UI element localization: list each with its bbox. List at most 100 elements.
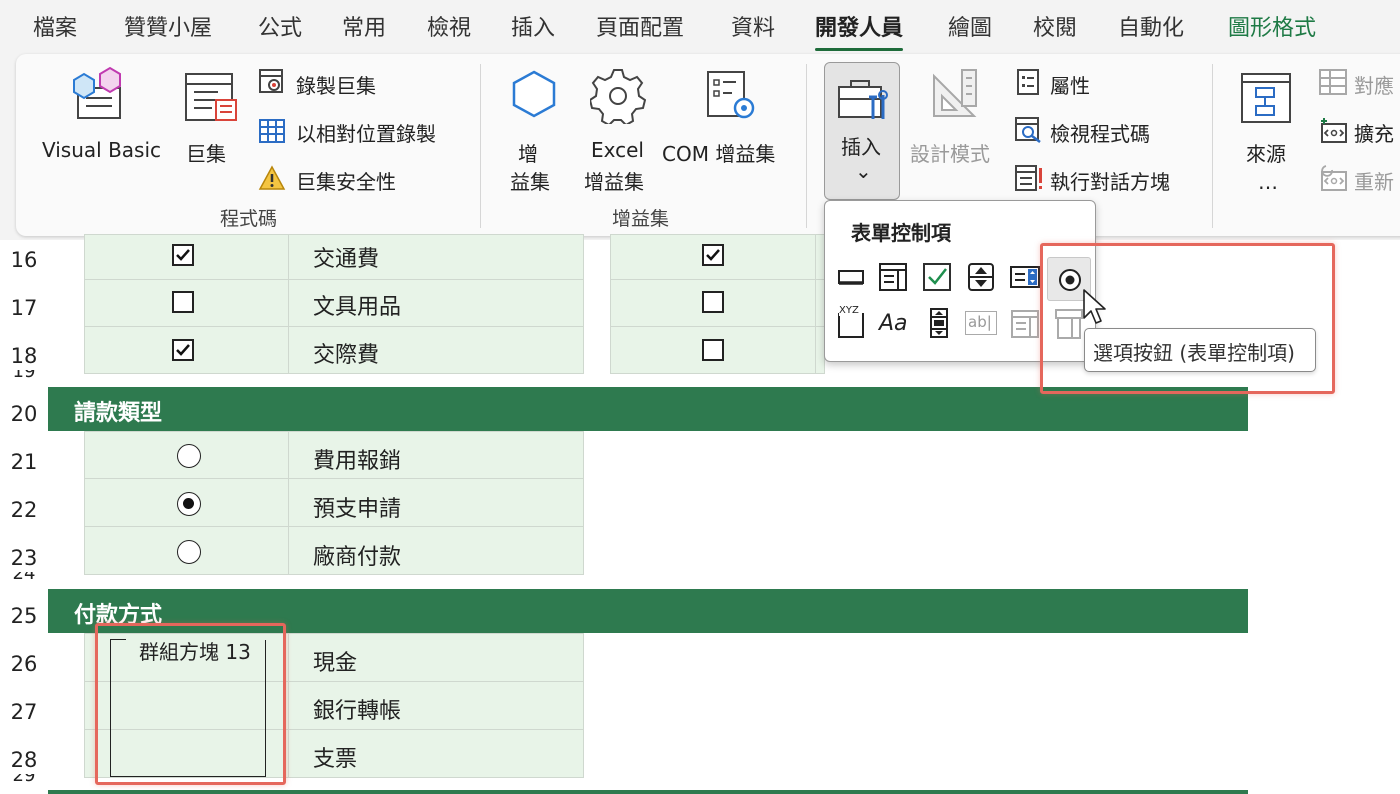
expense-checkbox-stationery-a[interactable]	[172, 291, 194, 313]
xml-source-more: …	[1258, 170, 1278, 194]
view-code-label: 檢視程式碼	[1050, 122, 1150, 146]
row-header-26[interactable]: 26	[0, 652, 48, 676]
tab-formulas[interactable]: 公式	[258, 10, 302, 42]
gear-icon	[590, 69, 646, 124]
radio-advance-request[interactable]	[177, 492, 201, 516]
tab-zanzan-house[interactable]: 贊贊小屋	[124, 10, 212, 42]
expense-checkbox-entertainment-b[interactable]	[702, 339, 724, 361]
combo-box-icon[interactable]	[877, 261, 909, 293]
relative-reference-icon	[259, 119, 285, 143]
payment-option-name: 支票	[313, 747, 358, 772]
request-option-name: 預支申請	[313, 497, 402, 522]
row-header-18[interactable]: 18	[0, 344, 48, 368]
macro-security-label: 巨集安全性	[296, 170, 396, 194]
addins-label-1: 增	[518, 142, 538, 166]
row-header-22[interactable]: 22	[0, 498, 48, 522]
expense-name: 文具用品	[313, 295, 402, 320]
text-field-icon[interactable]: ab|	[965, 311, 997, 335]
design-mode-triangle-ruler-icon	[933, 69, 977, 117]
record-macro-label: 錄製巨集	[296, 74, 376, 98]
relative-reference-label: 以相對位置錄製	[296, 122, 436, 146]
properties-icon	[1017, 69, 1039, 95]
expense-checkbox-transport-a[interactable]	[172, 244, 194, 266]
tab-draw[interactable]: 繪圖	[948, 10, 992, 42]
xml-source-label: 來源	[1246, 142, 1286, 166]
label-icon[interactable]: Aa	[879, 311, 908, 336]
expansion-packs-icon	[1321, 118, 1347, 143]
payment-option-name: 現金	[313, 651, 358, 676]
row-header-25[interactable]: 25	[0, 604, 48, 628]
run-dialog-button[interactable]: 執行對話方塊	[1012, 162, 1202, 194]
xml-source-button[interactable]: 來源 …	[1228, 62, 1308, 194]
row-header-23[interactable]: 23	[0, 546, 48, 570]
radio-vendor-payment[interactable]	[177, 540, 201, 564]
tab-view[interactable]: 檢視	[427, 10, 471, 42]
visual-basic-label: Visual Basic	[42, 138, 162, 162]
visual-basic-button[interactable]: Visual Basic	[40, 62, 164, 182]
tab-home[interactable]: 常用	[342, 10, 386, 42]
ribbon-separator	[1212, 64, 1213, 228]
row-headers: 16 17 18 19 20 21 22 23 24 25 26 27 28 2…	[0, 240, 48, 794]
ribbon-separator	[480, 64, 481, 228]
macro-security-button[interactable]: 巨集安全性	[256, 162, 476, 194]
record-macro-icon	[259, 69, 283, 93]
com-addins-button[interactable]: COM 增益集	[662, 62, 792, 188]
refresh-data-button[interactable]: 重新	[1316, 162, 1400, 194]
button-icon[interactable]	[835, 261, 867, 293]
list-box-icon[interactable]	[1009, 261, 1041, 293]
row-header-24[interactable]: 24	[0, 572, 48, 582]
form-controls-title: 表單控制項	[851, 221, 951, 245]
com-addins-label: COM 增益集	[662, 142, 776, 166]
record-macro-button[interactable]: 錄製巨集	[256, 66, 476, 98]
row-header-28[interactable]: 28	[0, 748, 48, 772]
tab-shape-format[interactable]: 圖形格式	[1228, 10, 1316, 42]
combo-list-edit-icon[interactable]	[1009, 307, 1041, 339]
excel-addins-label-2: 增益集	[584, 170, 644, 194]
addins-button[interactable]: 增 益集	[504, 62, 564, 194]
row-header-16[interactable]: 16	[0, 248, 48, 272]
expansion-packs-button[interactable]: 擴充	[1316, 114, 1400, 146]
expense-checkbox-entertainment-a[interactable]	[172, 339, 194, 361]
spin-button-icon[interactable]	[965, 261, 997, 293]
request-option-name: 廠商付款	[313, 545, 402, 570]
insert-controls-button[interactable]: 插入 ⌄	[824, 62, 900, 200]
tab-data[interactable]: 資料	[731, 10, 775, 42]
group-box-tool[interactable]: XYZ	[835, 305, 867, 339]
run-dialog-label: 執行對話方塊	[1050, 170, 1170, 194]
checkbox-icon[interactable]	[921, 261, 953, 293]
addins-hexagon-icon	[512, 70, 556, 118]
tab-review[interactable]: 校閱	[1033, 10, 1077, 42]
macros-label: 巨集	[186, 142, 226, 166]
row-header-19[interactable]: 19	[0, 370, 48, 380]
row-header-17[interactable]: 17	[0, 296, 48, 320]
tab-page-layout[interactable]: 頁面配置	[596, 10, 684, 42]
tab-developer[interactable]: 開發人員	[815, 10, 904, 51]
design-mode-button[interactable]: 設計模式	[908, 62, 1000, 188]
expense-checkbox-stationery-b[interactable]	[702, 291, 724, 313]
relative-reference-button[interactable]: 以相對位置錄製	[256, 114, 476, 146]
view-code-button[interactable]: 檢視程式碼	[1012, 114, 1192, 146]
expense-checkbox-transport-b[interactable]	[702, 244, 724, 266]
map-properties-icon	[1319, 69, 1347, 95]
row-header-20[interactable]: 20	[0, 402, 48, 426]
tab-insert[interactable]: 插入	[511, 10, 555, 42]
run-dialog-icon	[1015, 165, 1042, 191]
macros-button[interactable]: 巨集	[174, 62, 244, 182]
next-banner-edge	[48, 790, 1248, 794]
expansion-packs-label: 擴充	[1354, 122, 1394, 146]
radio-expense-claim[interactable]	[177, 444, 201, 468]
refresh-data-icon	[1321, 165, 1347, 191]
scroll-bar-icon[interactable]	[923, 307, 955, 339]
row-header-21[interactable]: 21	[0, 450, 48, 474]
ribbon: Visual Basic 巨集 錄製巨集 以相對位置錄製 巨集安全性 程式碼 增…	[16, 54, 1400, 236]
excel-addins-button[interactable]: Excel 增益集	[582, 62, 652, 194]
payment-option-name: 銀行轉帳	[313, 699, 402, 724]
tab-file[interactable]: 檔案	[33, 10, 77, 42]
code-group-label: 程式碼	[220, 208, 278, 230]
row-header-29[interactable]: 29	[0, 774, 48, 784]
map-properties-button[interactable]: 對應	[1316, 66, 1400, 98]
tab-automate[interactable]: 自動化	[1118, 10, 1184, 42]
request-option-name: 費用報銷	[313, 449, 402, 474]
properties-button[interactable]: 屬性	[1012, 66, 1192, 98]
row-header-27[interactable]: 27	[0, 700, 48, 724]
